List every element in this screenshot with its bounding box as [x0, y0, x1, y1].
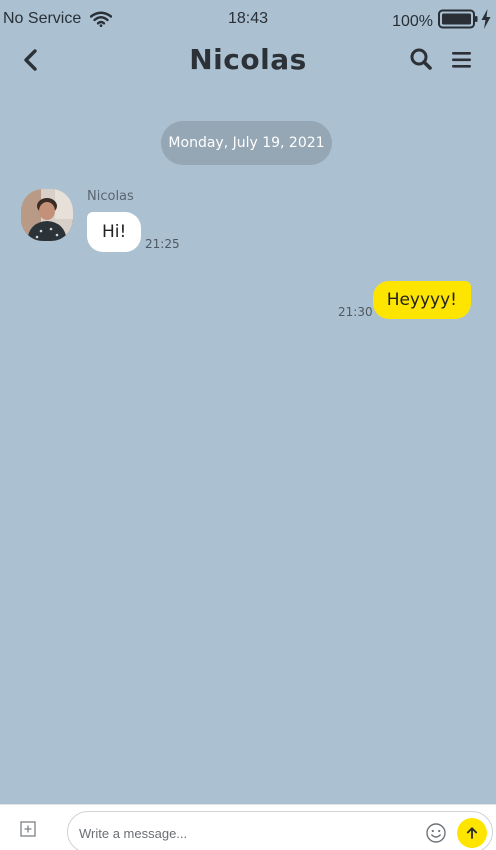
add-attachment-button[interactable]	[20, 821, 36, 837]
hamburger-menu-icon	[452, 52, 471, 68]
message-timestamp: 21:30	[338, 305, 373, 319]
message-timestamp: 21:25	[145, 237, 180, 251]
sender-name: Nicolas	[87, 189, 134, 204]
send-arrow-icon	[466, 827, 478, 839]
chat-header: Nicolas	[0, 38, 496, 84]
menu-button[interactable]	[450, 48, 474, 72]
outgoing-message-bubble[interactable]: Heyyyy!	[372, 281, 471, 319]
message-text: Heyyyy!	[386, 290, 457, 310]
status-right: 100%	[392, 9, 491, 34]
charging-bolt-icon	[481, 9, 491, 34]
battery-icon	[438, 9, 478, 34]
incoming-message-bubble[interactable]: Hi!	[87, 212, 142, 252]
search-icon	[410, 48, 432, 70]
message-field	[67, 811, 493, 850]
emoji-icon	[426, 823, 446, 843]
emoji-button[interactable]	[425, 822, 447, 844]
search-button[interactable]	[408, 47, 434, 73]
message-text: Hi!	[102, 222, 127, 242]
message-input[interactable]	[79, 822, 419, 844]
date-divider: Monday, July 19, 2021	[161, 121, 332, 165]
send-button[interactable]	[457, 818, 487, 848]
battery-percent: 100%	[392, 12, 433, 30]
avatar[interactable]	[21, 189, 73, 241]
status-bar: No Service 18:43 100%	[0, 0, 496, 38]
profile-photo	[21, 189, 73, 241]
message-composer	[0, 804, 496, 850]
add-attachment-icon	[20, 821, 36, 837]
chat-screen: No Service 18:43 100% Nicolas Monday, Ju…	[0, 0, 496, 850]
